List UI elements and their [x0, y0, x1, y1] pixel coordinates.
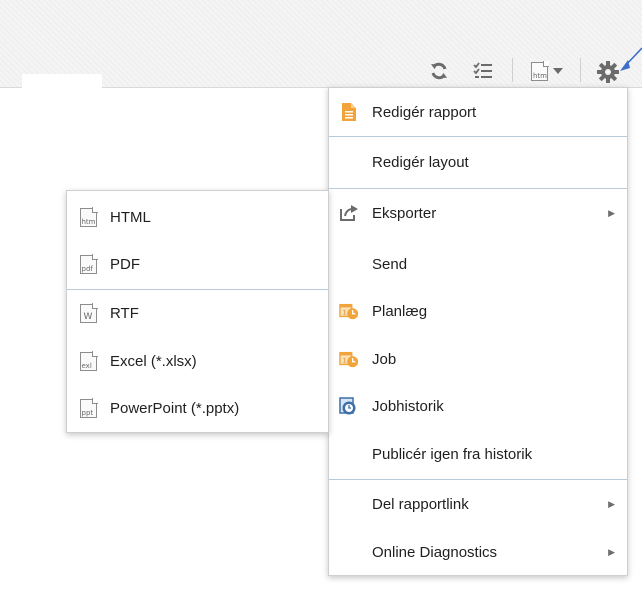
export-icon	[339, 203, 359, 223]
menu-item-label: Eksporter	[372, 204, 437, 222]
export-format-tag: htm	[533, 71, 547, 80]
menu-item-label: Redigér layout	[372, 153, 469, 171]
svg-text:1: 1	[343, 310, 347, 317]
file-icon-tag: htm	[81, 217, 96, 226]
export-format-label: PowerPoint (*.pptx)	[110, 399, 240, 417]
submenu-arrow-icon: ▶	[608, 207, 615, 218]
menu-item-job-history[interactable]: Jobhistorik	[329, 382, 627, 430]
menu-item-label: Send	[372, 255, 408, 273]
list-icon	[473, 62, 492, 78]
file-icon-tag: W	[83, 311, 93, 322]
refresh-icon	[431, 62, 447, 80]
rtf-file-icon: W	[78, 302, 98, 323]
menu-item-export[interactable]: Eksporter ▶	[329, 189, 627, 237]
pdf-file-icon: pdf	[78, 253, 98, 274]
export-pdf-item[interactable]: pdf PDF	[67, 241, 328, 287]
export-rtf-item[interactable]: W RTF	[67, 290, 328, 336]
menu-item-label: Redigér rapport	[372, 103, 477, 121]
menu-item-online-diagnostics[interactable]: Online Diagnostics ▶	[329, 528, 627, 576]
job-history-icon	[339, 396, 359, 416]
file-icon-tag: pdf	[81, 264, 93, 273]
menu-item-label: Jobhistorik	[372, 397, 444, 415]
list-button[interactable]	[470, 58, 496, 84]
html-file-icon: htm	[78, 206, 98, 227]
job-icon: 1	[339, 349, 359, 369]
refresh-button[interactable]	[426, 58, 452, 84]
export-format-label: PDF	[110, 255, 140, 273]
export-format-label: RTF	[110, 304, 139, 322]
export-submenu: htm HTML pdf PDF W RTF exl Excel (*.xlsx…	[66, 190, 329, 433]
excel-file-icon: exl	[78, 350, 98, 371]
menu-item-label: Online Diagnostics	[372, 543, 498, 561]
menu-item-job[interactable]: 1 Job	[329, 335, 627, 383]
menu-item-schedule[interactable]: 1 Planlæg	[329, 287, 627, 335]
menu-item-send[interactable]: Send	[329, 240, 627, 288]
menu-item-label: Publicér igen fra historik	[372, 445, 533, 463]
pointer-arrow-icon	[620, 47, 642, 71]
schedule-icon: 1	[339, 301, 359, 321]
chevron-down-icon	[553, 68, 563, 74]
export-powerpoint-item[interactable]: ppt PowerPoint (*.pptx)	[67, 385, 328, 431]
menu-item-label: Planlæg	[372, 302, 428, 320]
menu-item-republish[interactable]: Publicér igen fra historik	[329, 430, 627, 478]
toolbar-separator	[512, 58, 513, 82]
menu-item-label: Job	[372, 350, 397, 368]
menu-item-edit-report[interactable]: Redigér rapport	[329, 88, 627, 136]
report-tab[interactable]	[22, 74, 102, 89]
export-html-item[interactable]: htm HTML	[67, 194, 328, 240]
export-format-label: Excel (*.xlsx)	[110, 352, 197, 370]
actions-menu: Redigér rapport Redigér layout Eksporter…	[328, 87, 628, 576]
file-icon-tag: ppt	[81, 408, 94, 417]
export-excel-item[interactable]: exl Excel (*.xlsx)	[67, 337, 328, 385]
powerpoint-file-icon: ppt	[78, 397, 98, 418]
menu-item-label: Del rapportlink	[372, 495, 469, 513]
svg-text:1: 1	[343, 358, 347, 365]
menu-item-edit-layout[interactable]: Redigér layout	[329, 137, 627, 187]
export-format-button[interactable]: htm	[524, 58, 570, 84]
export-format-icon: htm	[531, 60, 549, 81]
submenu-arrow-icon: ▶	[608, 498, 615, 509]
toolbar-separator	[580, 58, 581, 82]
submenu-arrow-icon: ▶	[608, 546, 615, 557]
menu-item-share-link[interactable]: Del rapportlink ▶	[329, 480, 627, 528]
export-format-label: HTML	[110, 208, 151, 226]
edit-report-icon	[339, 102, 359, 122]
file-icon-tag: exl	[81, 361, 92, 370]
